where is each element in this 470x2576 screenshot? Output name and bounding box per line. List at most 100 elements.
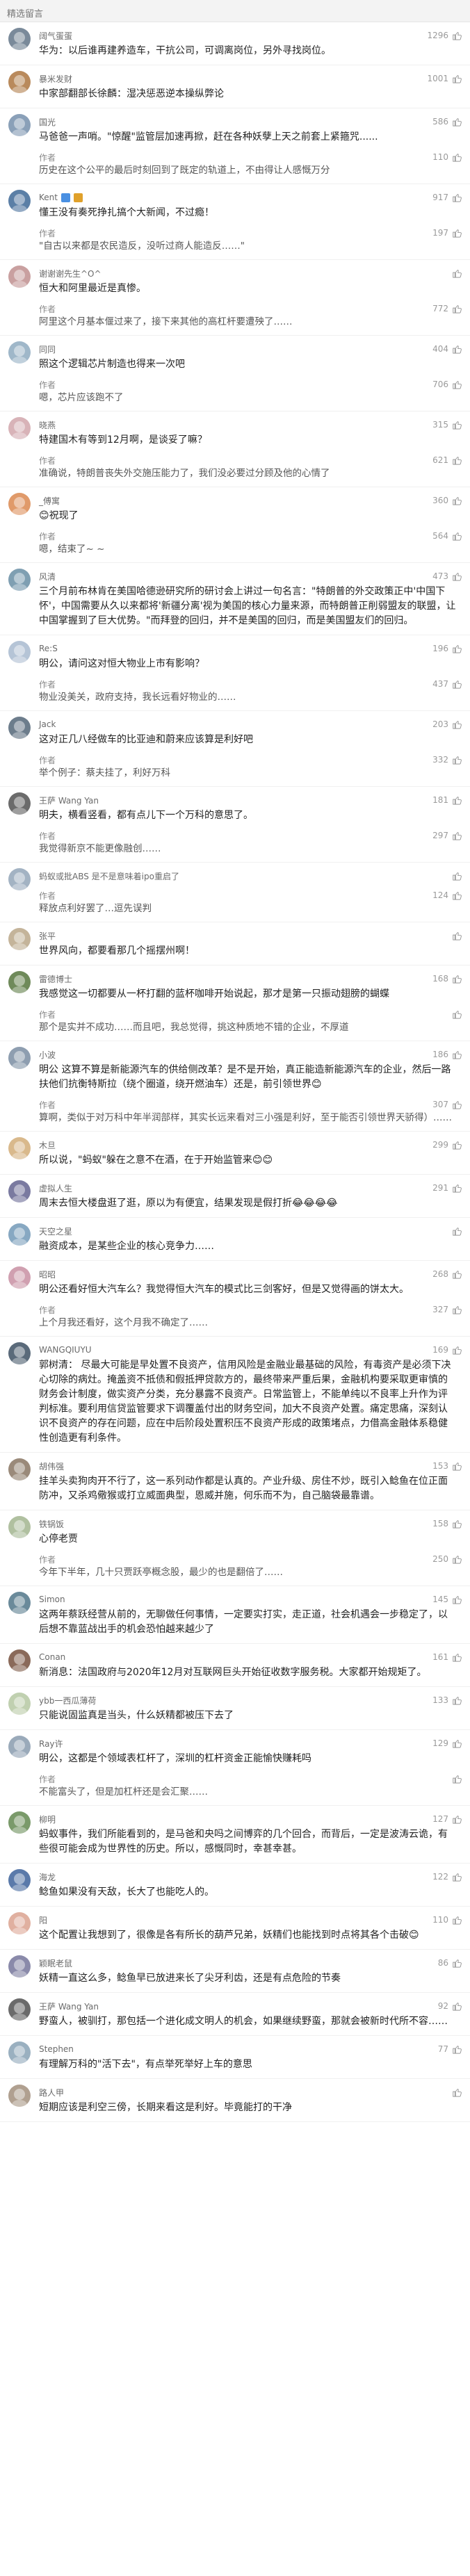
like-button[interactable]: 168 bbox=[432, 974, 462, 984]
commenter-name[interactable]: 王萨 Wang Yan bbox=[39, 794, 99, 806]
avatar[interactable] bbox=[8, 641, 31, 663]
reply-like-button[interactable] bbox=[448, 1009, 462, 1019]
commenter-name[interactable]: 颖眠老鼠 bbox=[39, 1957, 72, 1969]
commenter-name[interactable]: 王萨 Wang Yan bbox=[39, 2000, 99, 2012]
avatar[interactable] bbox=[8, 190, 31, 212]
avatar[interactable] bbox=[8, 493, 31, 515]
reply-like-button[interactable]: 297 bbox=[432, 831, 462, 840]
commenter-name[interactable]: _傅寓 bbox=[39, 495, 60, 507]
avatar[interactable] bbox=[8, 266, 31, 288]
avatar[interactable] bbox=[8, 1516, 31, 1538]
commenter-name[interactable]: ybb一西瓜薄荷 bbox=[39, 1695, 96, 1706]
like-button[interactable]: 360 bbox=[432, 496, 462, 505]
avatar[interactable] bbox=[8, 2041, 31, 2064]
commenter-name[interactable]: 阔气蛋蛋 bbox=[39, 30, 72, 42]
commenter-name[interactable]: 暴米发财 bbox=[39, 73, 72, 85]
reply-like-button[interactable]: 307 bbox=[432, 1100, 462, 1109]
commenter-name[interactable]: 风清 bbox=[39, 571, 56, 582]
like-button[interactable] bbox=[448, 1226, 462, 1236]
like-button[interactable]: 127 bbox=[432, 1814, 462, 1824]
like-button[interactable]: 181 bbox=[432, 795, 462, 805]
commenter-name[interactable]: Conan bbox=[39, 1652, 65, 1662]
avatar[interactable] bbox=[8, 1693, 31, 1715]
avatar[interactable] bbox=[8, 717, 31, 739]
avatar[interactable] bbox=[8, 868, 31, 890]
like-button[interactable]: 110 bbox=[432, 1915, 462, 1925]
avatar[interactable] bbox=[8, 569, 31, 591]
reply-like-button[interactable]: 772 bbox=[432, 304, 462, 313]
avatar[interactable] bbox=[8, 1047, 31, 1069]
reply-like-button[interactable]: 110 bbox=[432, 152, 462, 162]
avatar[interactable] bbox=[8, 1998, 31, 2021]
avatar[interactable] bbox=[8, 1649, 31, 1672]
like-button[interactable]: 315 bbox=[432, 420, 462, 430]
reply-like-button[interactable]: 197 bbox=[432, 228, 462, 238]
like-button[interactable]: 1001 bbox=[427, 74, 462, 83]
like-button[interactable] bbox=[448, 931, 462, 940]
like-button[interactable]: 129 bbox=[432, 1738, 462, 1748]
like-button[interactable]: 186 bbox=[432, 1050, 462, 1059]
avatar[interactable] bbox=[8, 1266, 31, 1289]
commenter-name[interactable]: 天空之星 bbox=[39, 1225, 72, 1237]
avatar[interactable] bbox=[8, 1912, 31, 1934]
commenter-name[interactable]: Re:S bbox=[39, 644, 58, 653]
commenter-name[interactable]: WANGQIUYU bbox=[39, 1345, 92, 1355]
avatar[interactable] bbox=[8, 1736, 31, 1758]
like-button[interactable] bbox=[448, 2087, 462, 2097]
like-button[interactable]: 586 bbox=[432, 117, 462, 127]
reply-like-button[interactable]: 250 bbox=[432, 1554, 462, 1564]
reply-like-button[interactable]: 564 bbox=[432, 531, 462, 541]
commenter-name[interactable]: 谢谢谢先生^O^ bbox=[39, 268, 102, 279]
commenter-name[interactable]: 阳 bbox=[39, 1914, 47, 1926]
reply-like-button[interactable] bbox=[448, 1774, 462, 1784]
avatar[interactable] bbox=[8, 417, 31, 439]
avatar[interactable] bbox=[8, 2085, 31, 2107]
like-button[interactable]: 158 bbox=[432, 1519, 462, 1529]
avatar[interactable] bbox=[8, 1458, 31, 1481]
like-button[interactable]: 86 bbox=[438, 1958, 462, 1968]
commenter-name[interactable]: 木旦 bbox=[39, 1139, 56, 1151]
commenter-name[interactable]: 虚拟人生 bbox=[39, 1182, 72, 1194]
like-button[interactable]: 145 bbox=[432, 1595, 462, 1604]
avatar[interactable] bbox=[8, 792, 31, 815]
avatar[interactable] bbox=[8, 114, 31, 136]
like-button[interactable]: 473 bbox=[432, 571, 462, 581]
like-button[interactable]: 917 bbox=[432, 193, 462, 202]
avatar[interactable] bbox=[8, 1223, 31, 1246]
commenter-name[interactable]: Stephen bbox=[39, 2044, 74, 2054]
like-button[interactable]: 203 bbox=[432, 719, 462, 729]
reply-like-button[interactable]: 332 bbox=[432, 755, 462, 765]
reply-like-button[interactable]: 437 bbox=[432, 679, 462, 689]
commenter-name[interactable]: 张平 bbox=[39, 930, 56, 942]
avatar[interactable] bbox=[8, 971, 31, 993]
like-button[interactable]: 122 bbox=[432, 1872, 462, 1882]
commenter-name[interactable]: Ray许 bbox=[39, 1738, 63, 1750]
commenter-name[interactable]: 蚂蚁或批ABS 是不是意味着ipo重启了 bbox=[39, 870, 179, 882]
like-button[interactable]: 196 bbox=[432, 644, 462, 653]
avatar[interactable] bbox=[8, 1869, 31, 1891]
avatar[interactable] bbox=[8, 71, 31, 93]
commenter-name[interactable]: 雷德博士 bbox=[39, 973, 72, 985]
like-button[interactable]: 92 bbox=[438, 2001, 462, 2011]
like-button[interactable]: 169 bbox=[432, 1345, 462, 1355]
like-button[interactable]: 1296 bbox=[427, 31, 462, 40]
commenter-name[interactable]: 晓燕 bbox=[39, 419, 56, 431]
commenter-name[interactable]: 胡伟强 bbox=[39, 1460, 64, 1472]
like-button[interactable]: 268 bbox=[432, 1269, 462, 1279]
avatar[interactable] bbox=[8, 341, 31, 364]
commenter-name[interactable]: 柳明 bbox=[39, 1813, 56, 1825]
like-button[interactable] bbox=[448, 268, 462, 278]
commenter-name[interactable]: 国光 bbox=[39, 116, 56, 128]
commenter-name[interactable]: Simon bbox=[39, 1595, 65, 1604]
commenter-name[interactable]: 同同 bbox=[39, 343, 56, 355]
reply-like-button[interactable]: 124 bbox=[432, 890, 462, 900]
like-button[interactable] bbox=[448, 871, 462, 881]
reply-like-button[interactable]: 621 bbox=[432, 455, 462, 465]
commenter-name[interactable]: 昭昭 bbox=[39, 1269, 56, 1280]
avatar[interactable] bbox=[8, 1592, 31, 1614]
commenter-name[interactable]: 铁锅饭 bbox=[39, 1518, 64, 1530]
commenter-name[interactable]: Jack bbox=[39, 719, 56, 729]
commenter-name[interactable]: Kent bbox=[39, 193, 83, 202]
avatar[interactable] bbox=[8, 28, 31, 50]
avatar[interactable] bbox=[8, 1180, 31, 1203]
